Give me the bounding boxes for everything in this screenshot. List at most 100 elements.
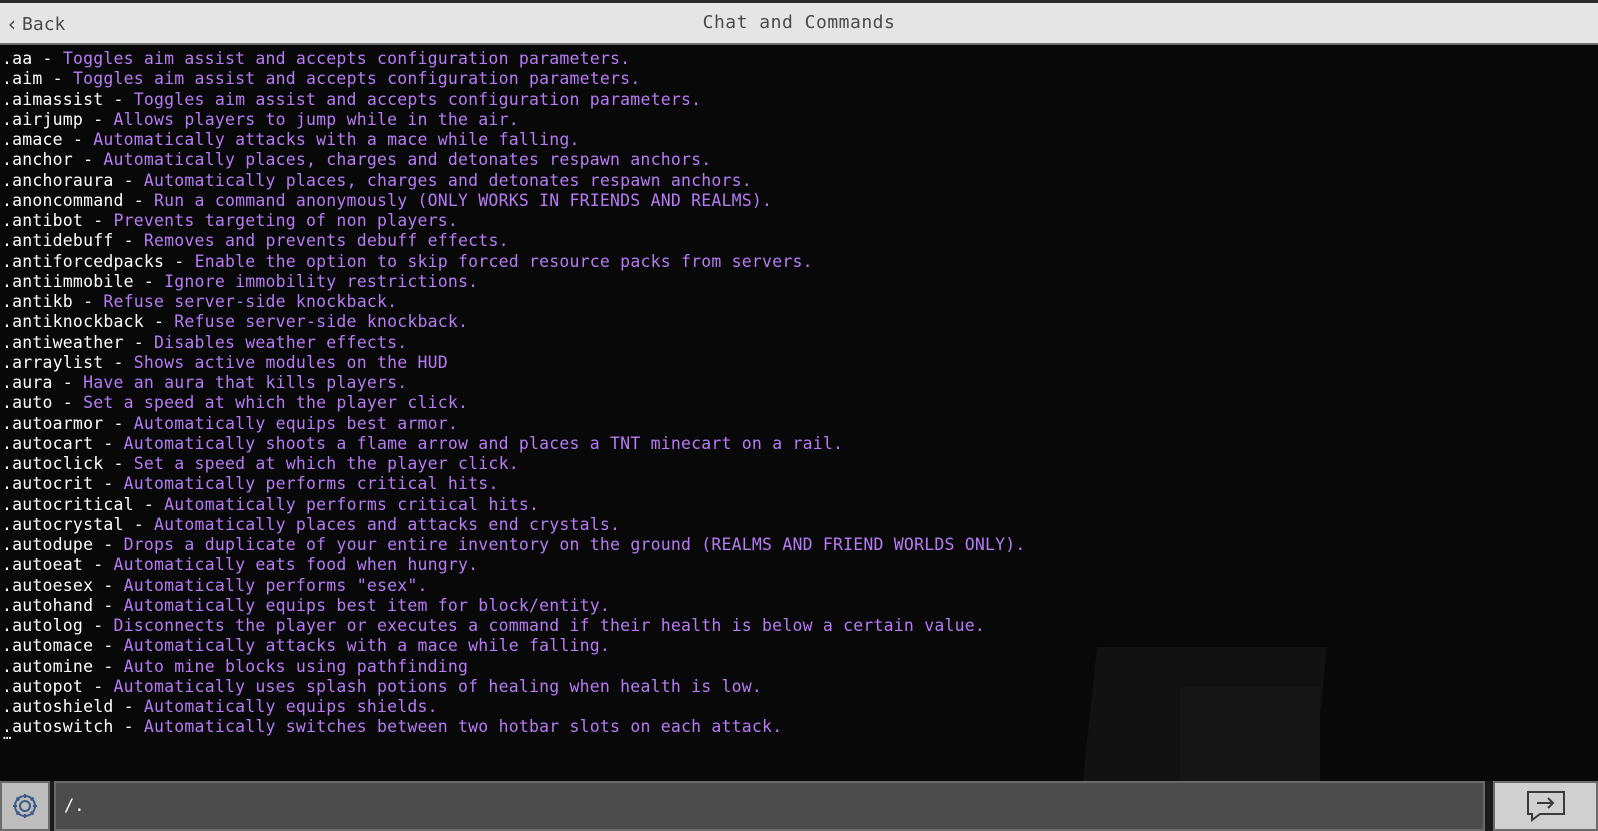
command-name: .autocrystal	[2, 514, 124, 534]
separator: -	[123, 332, 155, 352]
settings-button[interactable]	[0, 781, 50, 831]
send-button[interactable]	[1493, 781, 1598, 831]
chat-message: .autocrystal - Automatically places and …	[2, 515, 1026, 535]
chat-message: .antibot - Prevents targeting of non pla…	[2, 211, 1026, 231]
separator: -	[93, 535, 124, 554]
separator: -	[123, 514, 155, 534]
command-description: Auto mine blocks using pathfinding	[123, 656, 469, 676]
command-name: .antiforcedpacks	[2, 251, 165, 271]
command-description: Enable the option to skip forced resourc…	[194, 251, 813, 271]
command-name: .aura	[2, 373, 53, 392]
chat-message: .automine - Auto mine blocks using pathf…	[2, 657, 1026, 677]
separator: -	[133, 271, 165, 291]
chat-message: .amace - Automatically attacks with a ma…	[2, 130, 1026, 150]
command-description: Set a speed at which the player click.	[133, 454, 519, 473]
separator: -	[72, 292, 104, 311]
separator: -	[32, 49, 63, 68]
command-name: .autocrit	[2, 474, 94, 494]
separator: -	[113, 170, 144, 190]
command-name: .antibot	[2, 211, 84, 230]
chat-message: .autoshield - Automatically equips shiel…	[2, 697, 1026, 717]
separator: -	[164, 251, 195, 271]
command-description: Removes and prevents debuff effects.	[143, 231, 509, 251]
separator: -	[103, 89, 134, 109]
separator: -	[52, 393, 84, 413]
command-description: Toggles aim assist and accepts configura…	[62, 49, 631, 68]
chat-message: .antidebuff - Removes and prevents debuf…	[2, 231, 1026, 251]
command-description: Disables weather effects.	[154, 332, 408, 352]
command-name: .antiknockback	[2, 312, 144, 332]
header-bar: ‹ Back Chat and Commands	[0, 3, 1598, 45]
command-name: .autopot	[2, 676, 84, 696]
command-name: .arraylist	[2, 352, 104, 372]
chat-message: .autoclick - Set a speed at which the pl…	[2, 454, 1026, 474]
command-description: Set a speed at which the player click.	[83, 393, 469, 413]
separator: -	[123, 190, 155, 210]
chat-message: .aimassist - Toggles aim assist and acce…	[2, 90, 1026, 110]
separator: -	[62, 130, 94, 149]
command-name: .automine	[2, 656, 94, 676]
command-description: Automatically performs critical hits.	[164, 494, 540, 514]
chat-message: .autopot - Automatically uses splash pot…	[2, 677, 1026, 697]
command-description: Automatically places, charges and detona…	[103, 150, 712, 170]
chat-message: .aim - Toggles aim assist and accepts co…	[2, 69, 1026, 89]
command-name: .autocritical	[2, 494, 134, 514]
command-description: Drops a duplicate of your entire invento…	[123, 535, 1026, 554]
command-description: Ignore immobility restrictions.	[164, 271, 479, 291]
command-description: Automatically places, charges and detona…	[143, 170, 752, 190]
chat-message: .antiforcedpacks - Enable the option to …	[2, 252, 1026, 272]
command-name: .autoclick	[2, 454, 104, 473]
command-description: Automatically shoots a flame arrow and p…	[123, 433, 844, 453]
separator: -	[113, 717, 144, 737]
command-name: .aimassist	[2, 89, 104, 109]
command-name: .automace	[2, 636, 94, 656]
command-description: Automatically performs critical hits.	[123, 474, 499, 494]
command-description: Run a command anonymously (ONLY WORKS IN…	[154, 190, 773, 210]
command-name: .aa	[2, 49, 33, 68]
chat-message: .autoeat - Automatically eats food when …	[2, 555, 1026, 575]
command-name: .autohand	[2, 595, 94, 615]
command-name: .autoshield	[2, 697, 114, 716]
chat-message: .anoncommand - Run a command anonymously…	[2, 191, 1026, 211]
chat-message: .autocrit - Automatically performs criti…	[2, 474, 1026, 494]
separator: -	[93, 433, 124, 453]
send-arrow-icon	[1526, 791, 1565, 822]
command-name: .autoarmor	[2, 413, 104, 433]
chat-screen: ‹ Back Chat and Commands .aa - Toggles a…	[0, 0, 1598, 831]
separator: -	[83, 211, 114, 230]
gear-icon	[13, 794, 37, 818]
command-description: Automatically performs "esex".	[123, 575, 428, 595]
command-description: Automatically places and attacks end cry…	[154, 514, 621, 534]
command-name: .aim	[2, 69, 43, 89]
separator: -	[143, 312, 175, 332]
command-description: Shows active modules on the HUD	[133, 352, 448, 372]
command-description: Automatically attacks with a mace while …	[123, 636, 611, 656]
command-description: Refuse server-side knockback.	[174, 312, 469, 332]
chat-input-bar	[0, 781, 1598, 831]
chat-message: .aura - Have an aura that kills players.	[2, 373, 1026, 393]
chat-message: .autocritical - Automatically performs c…	[2, 495, 1026, 515]
command-name: .antidebuff	[2, 231, 114, 251]
command-description: Prevents targeting of non players.	[113, 211, 459, 230]
chat-message: .autocart - Automatically shoots a flame…	[2, 434, 1026, 454]
chat-message: .autodupe - Drops a duplicate of your en…	[2, 535, 1026, 555]
chat-message: .antiimmobile - Ignore immobility restri…	[2, 272, 1026, 292]
command-name: .autoesex	[2, 575, 94, 595]
separator: -	[93, 656, 124, 676]
separator: -	[103, 413, 134, 433]
separator: -	[93, 474, 124, 494]
command-description: Toggles aim assist and accepts configura…	[133, 89, 702, 109]
command-name: .airjump	[2, 109, 84, 129]
chat-input[interactable]	[54, 781, 1485, 831]
command-name: .anchor	[2, 150, 73, 170]
command-name: .auto	[2, 393, 53, 413]
separator: -	[83, 676, 114, 696]
command-description: Automatically equips best item for block…	[123, 595, 611, 615]
command-description: Refuse server-side knockback.	[103, 292, 398, 311]
command-description: Automatically uses splash potions of hea…	[113, 676, 763, 696]
chat-message: .airjump - Allows players to jump while …	[2, 110, 1026, 130]
command-description: Automatically eats food when hungry.	[113, 555, 479, 575]
separator: -	[93, 636, 124, 656]
separator: -	[42, 69, 73, 89]
chat-log[interactable]: .aa - Toggles aim assist and accepts con…	[0, 47, 1598, 781]
